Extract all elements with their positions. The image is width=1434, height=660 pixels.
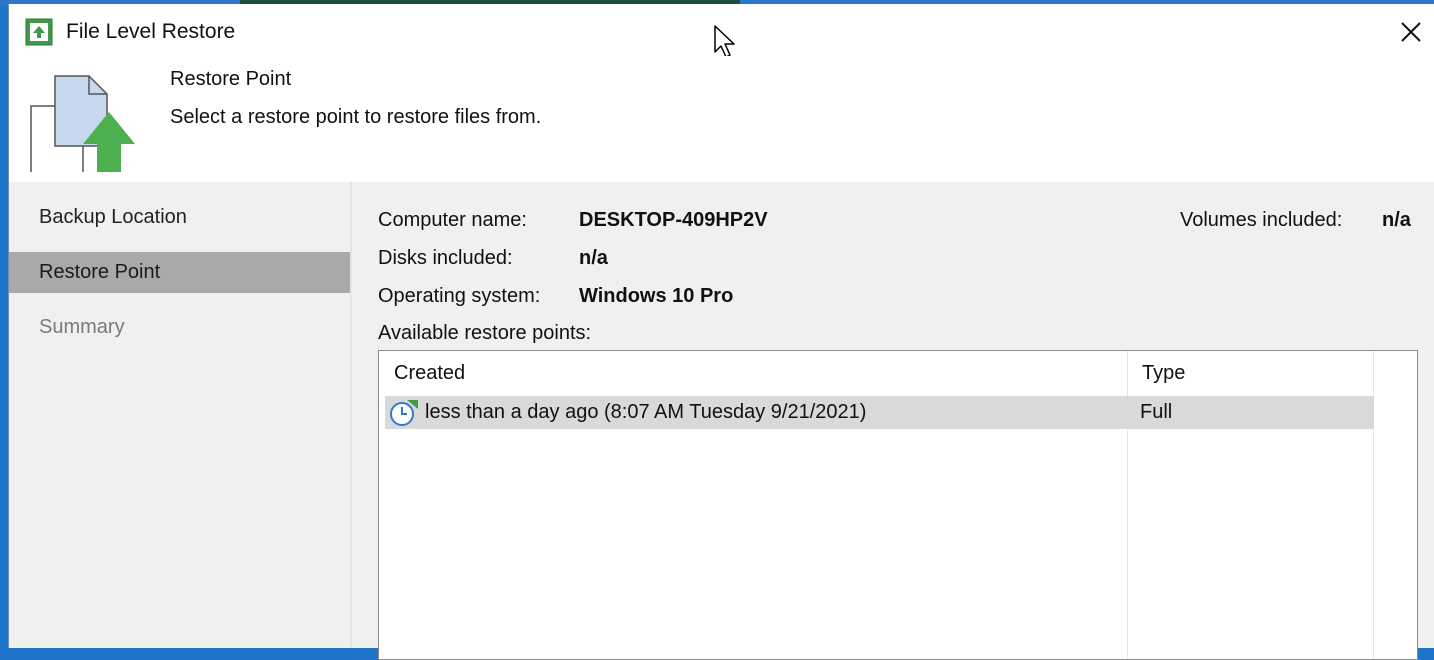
restore-point-created: less than a day ago (8:07 AM Tuesday 9/2… bbox=[425, 401, 867, 423]
close-icon bbox=[1401, 22, 1421, 42]
sidebar-item-backup-location[interactable]: Backup Location bbox=[9, 197, 350, 238]
header-title: Restore Point bbox=[170, 68, 292, 90]
disks-included-label: Disks included: bbox=[378, 247, 513, 269]
file-restore-icon bbox=[30, 75, 135, 172]
column-header-created[interactable]: Created bbox=[379, 351, 1127, 395]
available-restore-points-label: Available restore points: bbox=[378, 322, 592, 344]
restore-point-panel: Computer name: DESKTOP-409HP2V Volumes i… bbox=[352, 182, 1434, 660]
table-row[interactable]: less than a day ago (8:07 AM Tuesday 9/2… bbox=[385, 396, 1374, 429]
column-header-type[interactable]: Type bbox=[1127, 351, 1373, 395]
title-bar: File Level Restore bbox=[9, 4, 1434, 56]
window-title: File Level Restore bbox=[66, 20, 236, 43]
computer-name-value: DESKTOP-409HP2V bbox=[579, 209, 768, 231]
sidebar-item-restore-point[interactable]: Restore Point bbox=[9, 252, 350, 293]
wizard-header: Restore Point Select a restore point to … bbox=[9, 56, 1434, 182]
close-button[interactable] bbox=[1391, 12, 1431, 52]
app-icon bbox=[25, 18, 53, 46]
volumes-included-value: n/a bbox=[1382, 209, 1411, 231]
header-subtitle: Select a restore point to restore files … bbox=[170, 106, 542, 128]
restore-points-list[interactable]: Created Type less than a day ago (8:07 A… bbox=[378, 350, 1418, 660]
computer-name-label: Computer name: bbox=[378, 209, 527, 231]
sidebar-item-summary: Summary bbox=[39, 316, 125, 338]
volumes-included-label: Volumes included: bbox=[1180, 209, 1343, 231]
wizard-steps-sidebar: Backup Location Restore Point Summary bbox=[9, 182, 352, 648]
operating-system-label: Operating system: bbox=[378, 285, 541, 307]
disks-included-value: n/a bbox=[579, 247, 608, 269]
file-level-restore-window: File Level Restore Restore Point Select … bbox=[8, 4, 1434, 660]
operating-system-value: Windows 10 Pro bbox=[579, 285, 734, 307]
restore-point-clock-icon bbox=[390, 400, 418, 426]
restore-point-type: Full bbox=[1140, 401, 1173, 423]
